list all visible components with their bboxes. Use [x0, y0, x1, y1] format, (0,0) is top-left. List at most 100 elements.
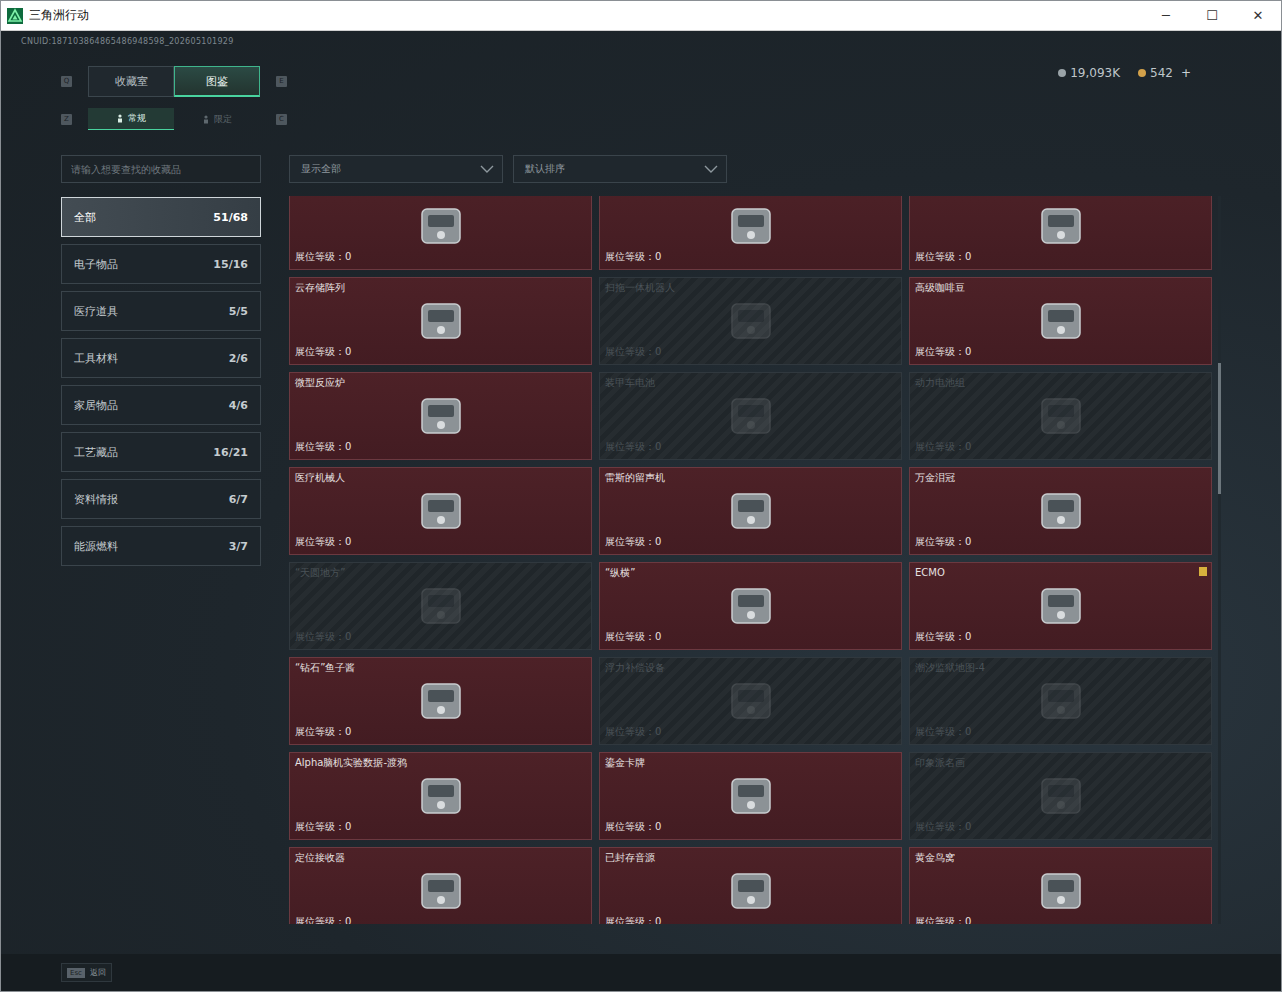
collection-card[interactable]: ECMO展位等级：0 — [909, 562, 1212, 650]
card-level: 展位等级：0 — [605, 345, 896, 361]
category-item[interactable]: 资料情报6/7 — [61, 479, 261, 519]
collection-card[interactable]: 云存储阵列展位等级：0 — [289, 277, 592, 365]
card-level: 展位等级：0 — [605, 820, 896, 836]
collection-card[interactable]: 印象派名画展位等级：0 — [909, 752, 1212, 840]
key-hint: Z — [61, 114, 72, 125]
collection-card[interactable]: “天圆地方”展位等级：0 — [289, 562, 592, 650]
category-icon — [116, 114, 124, 123]
collection-card[interactable]: 黄金鸟窝展位等级：0 — [909, 847, 1212, 924]
collection-card[interactable]: 浮力补偿设备展位等级：0 — [599, 657, 902, 745]
chevron-down-icon — [480, 165, 494, 173]
card-picture — [295, 772, 586, 820]
collection-card[interactable]: 展位等级：0 — [909, 196, 1212, 270]
right-column: 显示全部默认排序展位等级：0展位等级：0展位等级：0云存储阵列展位等级：0扫拖一… — [289, 155, 1221, 924]
scrollbar-track[interactable] — [1218, 196, 1221, 924]
card-level: 展位等级：0 — [915, 725, 1206, 741]
window-control-button[interactable]: ✕ — [1235, 1, 1281, 30]
category-item[interactable]: 工艺藏品16/21 — [61, 432, 261, 472]
card-picture — [295, 582, 586, 630]
card-picture — [915, 202, 1206, 250]
card-name: 定位接收器 — [295, 851, 586, 867]
card-name: 动力电池组 — [915, 376, 1206, 392]
category-count: 4/6 — [229, 399, 248, 412]
collection-card[interactable]: 潮汐监狱地图-4展位等级：0 — [909, 657, 1212, 745]
collection-card[interactable]: 万金泪冠展位等级：0 — [909, 467, 1212, 555]
grid-area: 展位等级：0展位等级：0展位等级：0云存储阵列展位等级：0扫拖一体机器人展位等级… — [289, 196, 1221, 924]
category-item[interactable]: 工具材料2/6 — [61, 338, 261, 378]
tab[interactable]: 图鉴 — [174, 66, 260, 97]
add-currency-button[interactable]: + — [1181, 66, 1191, 80]
collection-card[interactable]: 展位等级：0 — [599, 196, 902, 270]
card-name: 印象派名画 — [915, 756, 1206, 772]
left-column: 全部51/68 电子物品15/16 医疗道具5/5 工具材料2/6 家居物品 4/6 工艺藏… — [61, 155, 261, 924]
collection-card[interactable]: 装甲车电池展位等级：0 — [599, 372, 902, 460]
tabs-row: Q收藏室图鉴EZ常规限定C19,093K542+ — [1, 66, 1281, 130]
collection-card[interactable]: “纵横”展位等级：0 — [599, 562, 902, 650]
card-picture — [915, 677, 1206, 725]
window-control-button[interactable]: ☐ — [1189, 1, 1235, 30]
category-item[interactable]: 家居物品 4/6 — [61, 385, 261, 425]
collection-card[interactable]: Alpha脑机实验数据-渡鸦展位等级：0 — [289, 752, 592, 840]
collection-scroll[interactable]: 展位等级：0展位等级：0展位等级：0云存储阵列展位等级：0扫拖一体机器人展位等级… — [289, 196, 1212, 924]
collection-card[interactable]: 已封存音源展位等级：0 — [599, 847, 902, 924]
card-level: 展位等级：0 — [915, 535, 1206, 551]
card-name: 鎏金卡牌 — [605, 756, 896, 772]
collection-card[interactable]: 高级咖啡豆展位等级：0 — [909, 277, 1212, 365]
item-picture-icon — [1030, 676, 1092, 726]
collection-card[interactable]: 医疗机械人展位等级：0 — [289, 467, 592, 555]
card-picture — [295, 867, 586, 915]
category-item[interactable]: 医疗道具5/5 — [61, 291, 261, 331]
subtab-list: 常规限定 — [88, 108, 260, 130]
window-control-button[interactable]: ─ — [1143, 1, 1189, 30]
card-name — [605, 196, 896, 202]
card-level: 展位等级：0 — [295, 440, 586, 456]
category-count: 3/7 — [229, 540, 248, 553]
main-tabs: Q收藏室图鉴E — [61, 66, 287, 97]
collection-card[interactable]: “钻石”鱼子酱展位等级：0 — [289, 657, 592, 745]
category-item[interactable]: 电子物品15/16 — [61, 244, 261, 284]
card-picture — [915, 487, 1206, 535]
card-level: 展位等级：0 — [295, 535, 586, 551]
category-label: 家居物品 — [74, 398, 118, 413]
game-screen: CNUID:187103864865486948598_202605101929… — [1, 31, 1281, 954]
collection-card[interactable]: 鎏金卡牌展位等级：0 — [599, 752, 902, 840]
card-picture — [295, 487, 586, 535]
subtab[interactable]: 限定 — [174, 108, 260, 130]
category-count: 15/16 — [213, 258, 248, 271]
card-name: 扫拖一体机器人 — [605, 281, 896, 297]
sub-tabs: Z常规限定C — [61, 108, 287, 130]
coin-icon — [1058, 69, 1066, 77]
tab[interactable]: 收藏室 — [88, 66, 174, 97]
card-level: 展位等级：0 — [915, 250, 1206, 266]
collection-card[interactable]: 微型反应炉展位等级：0 — [289, 372, 592, 460]
scrollbar-thumb[interactable] — [1218, 363, 1221, 494]
game-logo-icon — [7, 8, 23, 24]
card-name: 万金泪冠 — [915, 471, 1206, 487]
collection-card[interactable]: 展位等级：0 — [289, 196, 592, 270]
collection-card[interactable]: 扫拖一体机器人展位等级：0 — [599, 277, 902, 365]
card-picture — [295, 677, 586, 725]
card-level: 展位等级：0 — [605, 630, 896, 646]
back-button[interactable]: Esc返回 — [61, 963, 112, 982]
collection-card[interactable]: 定位接收器展位等级：0 — [289, 847, 592, 924]
filter-dropdown[interactable]: 默认排序 — [513, 155, 727, 183]
subtab[interactable]: 常规 — [88, 108, 174, 130]
search-input[interactable] — [61, 155, 261, 183]
key-hint: E — [276, 76, 287, 87]
category-label: 工具材料 — [74, 351, 118, 366]
item-picture-icon — [1030, 581, 1092, 631]
card-name: 已封存音源 — [605, 851, 896, 867]
collection-card[interactable]: 动力电池组展位等级：0 — [909, 372, 1212, 460]
card-level: 展位等级：0 — [295, 725, 586, 741]
item-picture-icon — [410, 581, 472, 631]
card-level: 展位等级：0 — [915, 820, 1206, 836]
item-picture-icon — [720, 866, 782, 916]
item-picture-icon — [1030, 391, 1092, 441]
collection-card[interactable]: 雷斯的留声机展位等级：0 — [599, 467, 902, 555]
card-name: 医疗机械人 — [295, 471, 586, 487]
category-item[interactable]: 全部51/68 — [61, 197, 261, 237]
filter-dropdown[interactable]: 显示全部 — [289, 155, 503, 183]
card-name — [295, 196, 586, 202]
category-item[interactable]: 能源燃料3/7 — [61, 526, 261, 566]
card-level: 展位等级：0 — [295, 820, 586, 836]
